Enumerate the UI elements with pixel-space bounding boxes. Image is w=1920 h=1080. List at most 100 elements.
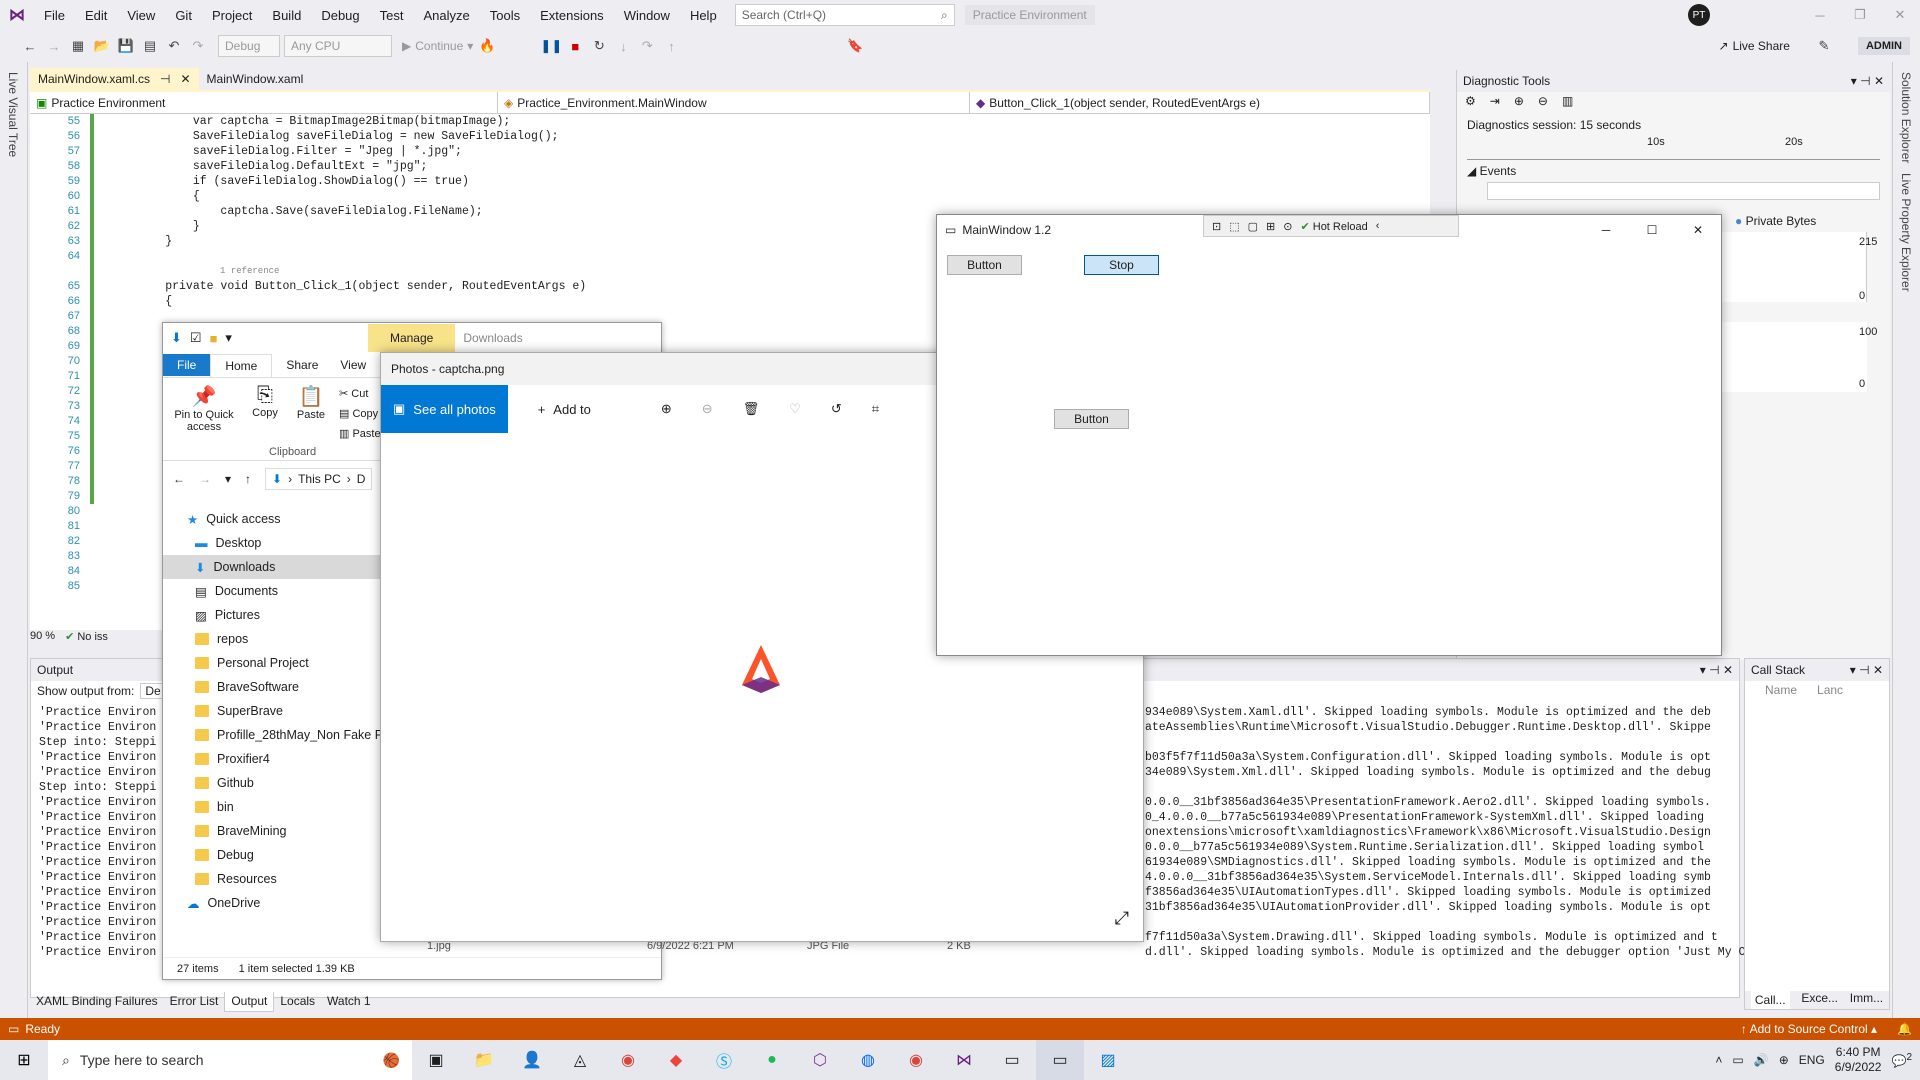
project-dropdown[interactable]: ▣ Practice Environment bbox=[30, 92, 498, 113]
member-dropdown[interactable]: ◆ Button_Click_1(object sender, RoutedEve… bbox=[970, 92, 1430, 113]
class-dropdown[interactable]: ◈ Practice_Environment.MainWindow bbox=[498, 92, 970, 113]
globe-icon[interactable]: ⊕ bbox=[1779, 1053, 1789, 1067]
tab-watch-1[interactable]: Watch 1 bbox=[321, 992, 377, 1012]
stop-icon[interactable]: ■ bbox=[565, 36, 585, 56]
windows-start-icon[interactable]: ⊞ bbox=[0, 1040, 48, 1080]
chrome-profile-icon[interactable]: ◉ bbox=[892, 1040, 940, 1080]
task-view-icon[interactable]: ▣ bbox=[412, 1040, 460, 1080]
live-share-button[interactable]: ↗ Live Share bbox=[1719, 39, 1790, 53]
action-center-icon[interactable]: 💬2 bbox=[1891, 1052, 1912, 1068]
hot-reload-status[interactable]: ✔ Hot Reload bbox=[1300, 220, 1367, 233]
recent-dropdown-icon[interactable]: ▾ bbox=[225, 472, 231, 486]
spotify-icon[interactable]: ● bbox=[748, 1040, 796, 1080]
new-project-icon[interactable]: ▦ bbox=[68, 36, 88, 56]
taskbar-search[interactable]: ⌕ Type here to search 🏀 bbox=[48, 1040, 412, 1080]
people-app-icon[interactable]: 👤 bbox=[508, 1040, 556, 1080]
breadcrumb[interactable]: ⬇ › This PC › D bbox=[265, 468, 373, 490]
proxifier-icon[interactable]: ⬡ bbox=[796, 1040, 844, 1080]
ribbon-view-tab[interactable]: View bbox=[332, 354, 374, 376]
platform-combo[interactable]: Any CPU bbox=[284, 35, 392, 57]
see-all-photos-button[interactable]: ▣ See all photos bbox=[381, 385, 508, 433]
ribbon-file-tab[interactable]: File bbox=[163, 354, 211, 376]
minimize-icon[interactable]: ─ bbox=[1583, 223, 1629, 237]
menu-edit[interactable]: Edit bbox=[75, 8, 117, 23]
back-icon[interactable]: ← bbox=[173, 472, 185, 486]
bookmark-icon[interactable]: 🔖 bbox=[845, 36, 865, 56]
tab-call-stack[interactable]: Call... bbox=[1750, 991, 1790, 1009]
explorer-window-icon[interactable]: ▭ bbox=[988, 1040, 1036, 1080]
menu-debug[interactable]: Debug bbox=[311, 8, 369, 23]
export-icon[interactable]: ⇥ bbox=[1490, 94, 1500, 112]
display-adorners-icon[interactable]: ▢ bbox=[1248, 220, 1258, 233]
col-name[interactable]: Name bbox=[1765, 683, 1797, 697]
stop-button[interactable]: Stop bbox=[1084, 255, 1159, 275]
notifications-icon[interactable]: 🔔 bbox=[1897, 1022, 1912, 1036]
zoom-level[interactable]: 90 % bbox=[30, 630, 55, 644]
avatar[interactable]: PT bbox=[1688, 4, 1710, 26]
zoom-out-icon[interactable]: ⊖ bbox=[1538, 94, 1548, 112]
copy-button[interactable]: ⎘ Copy bbox=[247, 384, 283, 454]
hot-reload-flame-icon[interactable]: 🔥 bbox=[477, 36, 497, 56]
binding-failures-icon[interactable]: ⊙ bbox=[1283, 220, 1292, 233]
forward-icon[interactable]: → bbox=[44, 36, 64, 56]
paste-button[interactable]: 📋 Paste bbox=[291, 384, 331, 454]
favorite-icon[interactable]: ♡ bbox=[789, 401, 801, 417]
tab-exception-settings[interactable]: Exce... bbox=[1801, 991, 1838, 1009]
skype-icon[interactable]: Ⓢ bbox=[700, 1040, 748, 1080]
wpf-button-top[interactable]: Button bbox=[947, 255, 1022, 275]
continue-button[interactable]: ▶ Continue ▾ bbox=[402, 39, 473, 53]
mainwindow-app-icon[interactable]: ▭ bbox=[1036, 1040, 1084, 1080]
chrome-icon[interactable]: ◉ bbox=[604, 1040, 652, 1080]
clock[interactable]: 6:40 PM 6/9/2022 bbox=[1835, 1045, 1882, 1075]
tab-mainwindow-xaml[interactable]: MainWindow.xaml bbox=[199, 68, 312, 90]
break-all-icon[interactable]: ❚❚ bbox=[540, 36, 562, 56]
menu-project[interactable]: Project bbox=[202, 8, 262, 23]
open-icon[interactable]: 📂 bbox=[92, 36, 112, 56]
pin-quick-access-button[interactable]: 📌 Pin to Quick access bbox=[169, 384, 239, 454]
step-over-icon[interactable]: ↷ bbox=[637, 36, 657, 56]
events-header[interactable]: ◢ Events bbox=[1457, 160, 1890, 182]
rotate-icon[interactable]: ↺ bbox=[831, 401, 842, 417]
menu-build[interactable]: Build bbox=[262, 8, 311, 23]
tab-output[interactable]: Output bbox=[224, 992, 275, 1012]
zalo-icon[interactable]: ◍ bbox=[844, 1040, 892, 1080]
tab-immediate[interactable]: Imm... bbox=[1850, 991, 1883, 1009]
ribbon-share-tab[interactable]: Share bbox=[272, 354, 332, 376]
brave-app-icon[interactable]: ◬ bbox=[556, 1040, 604, 1080]
chevron-up-icon[interactable]: ˄ bbox=[1715, 1053, 1722, 1067]
zoom-in-icon[interactable]: ⊕ bbox=[661, 401, 672, 417]
menu-tools[interactable]: Tools bbox=[480, 8, 530, 23]
live-visual-tree-label[interactable]: Live Visual Tree bbox=[6, 72, 20, 157]
menu-help[interactable]: Help bbox=[680, 8, 727, 23]
zoom-out-icon[interactable]: ⊖ bbox=[702, 401, 713, 417]
crop-icon[interactable]: ⌗ bbox=[872, 401, 879, 417]
manage-tab[interactable]: Manage bbox=[367, 324, 456, 352]
step-out-icon[interactable]: ↑ bbox=[661, 36, 681, 56]
tab-locals[interactable]: Locals bbox=[274, 992, 321, 1012]
volume-icon[interactable]: 🔊 bbox=[1754, 1053, 1769, 1067]
tab-error-list[interactable]: Error List bbox=[164, 992, 225, 1012]
fullscreen-icon[interactable]: ⤢ bbox=[1115, 908, 1129, 929]
live-property-explorer-label[interactable]: Live Property Explorer bbox=[1899, 173, 1913, 292]
close-tab-icon[interactable]: ✕ bbox=[180, 72, 190, 86]
reference-count[interactable]: 1 reference bbox=[110, 264, 586, 279]
back-icon[interactable]: ← bbox=[20, 36, 40, 56]
search-box[interactable]: Search (Ctrl+Q) ⌕ bbox=[734, 4, 955, 26]
delete-icon[interactable]: 🗑 bbox=[743, 401, 760, 417]
solution-explorer-label[interactable]: Solution Explorer bbox=[1899, 72, 1913, 163]
redo-icon[interactable]: ↷ bbox=[188, 36, 208, 56]
crumb-downloads[interactable]: D bbox=[357, 472, 366, 486]
menu-file[interactable]: File bbox=[34, 8, 75, 23]
menu-window[interactable]: Window bbox=[614, 8, 680, 23]
settings-icon[interactable]: ⚙ bbox=[1465, 94, 1476, 112]
up-icon[interactable]: ↑ bbox=[245, 472, 251, 486]
live-visual-tree-strip[interactable]: Live Visual Tree bbox=[0, 62, 28, 1018]
chart-icon[interactable]: ▥ bbox=[1562, 94, 1573, 112]
qat-dropdown-icon[interactable]: ▾ bbox=[225, 330, 232, 346]
menu-git[interactable]: Git bbox=[165, 8, 202, 23]
crumb-this-pc[interactable]: This PC bbox=[298, 472, 341, 486]
panel-controls[interactable]: ▾ ⊣ ✕ bbox=[1700, 663, 1733, 677]
menu-view[interactable]: View bbox=[117, 8, 165, 23]
tab-xaml-binding-failures[interactable]: XAML Binding Failures bbox=[30, 992, 164, 1012]
tab-mainwindow-xaml-cs[interactable]: MainWindow.xaml.cs ⊣ ✕ bbox=[30, 68, 199, 90]
